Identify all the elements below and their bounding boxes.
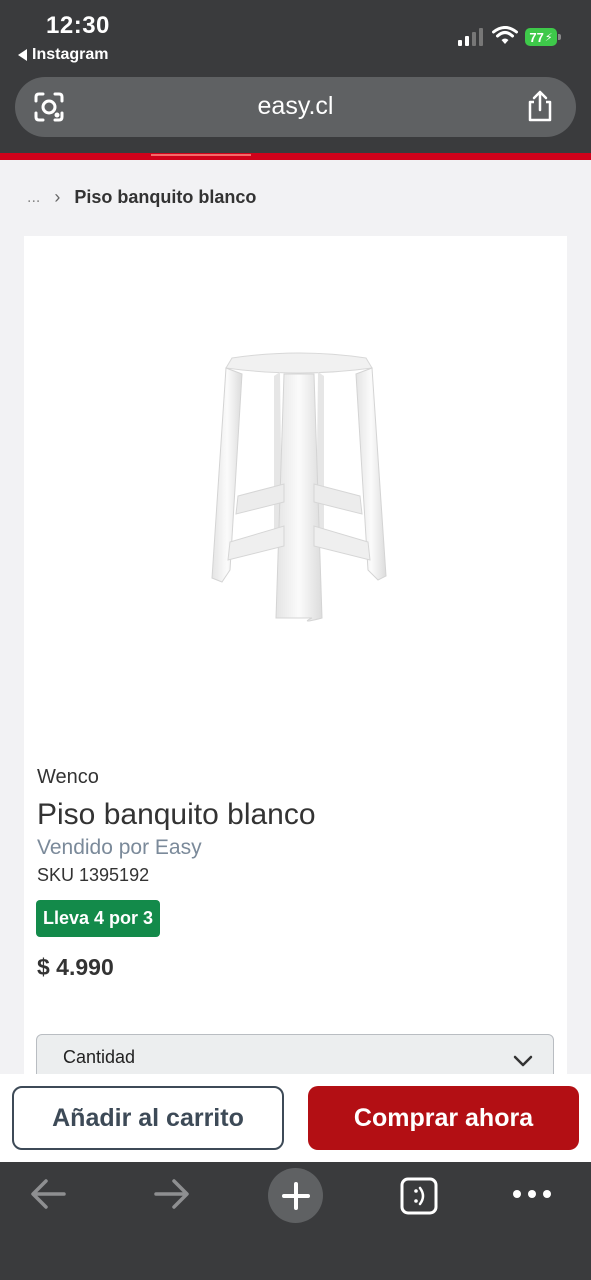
charging-icon: ⚡: [544, 31, 553, 44]
purchase-actions-bar: Añadir al carrito Comprar ahora: [0, 1074, 591, 1162]
site-header-strip: [0, 153, 591, 160]
status-time: 12:30: [46, 12, 110, 39]
product-sku: SKU 1395192: [37, 865, 150, 885]
battery-level: 77: [529, 29, 544, 45]
add-to-cart-button[interactable]: Añadir al carrito: [12, 1086, 284, 1150]
battery-indicator: 77 ⚡: [525, 28, 561, 46]
plus-icon: [281, 1181, 310, 1210]
arrow-right-icon[interactable]: [152, 1176, 192, 1212]
product-price: $ 4.990: [37, 954, 114, 980]
browser-top-chrome: 12:30 Instagram 77 ⚡ easy.cl: [0, 0, 591, 153]
promo-badge: Lleva 4 por 3: [36, 900, 161, 937]
tabs-icon[interactable]: [399, 1176, 439, 1216]
chevron-right-icon: ›: [54, 187, 61, 207]
browser-toolbar: [0, 1162, 591, 1280]
signal-icon: [458, 28, 483, 46]
breadcrumb-ellipsis[interactable]: ...: [27, 189, 40, 207]
product-image[interactable]: [184, 346, 414, 626]
product-seller: Vendido por Easy: [37, 836, 202, 859]
address-bar[interactable]: easy.cl: [15, 77, 576, 137]
wifi-icon: [492, 26, 518, 44]
url-text[interactable]: easy.cl: [15, 92, 576, 121]
buy-now-button[interactable]: Comprar ahora: [308, 1086, 579, 1150]
back-app-label: Instagram: [32, 46, 109, 63]
chevron-down-icon: [513, 1055, 533, 1067]
breadcrumb: ... › Piso banquito blanco: [27, 187, 256, 208]
header-tab-indicator: [151, 150, 251, 156]
product-title: Piso banquito blanco: [37, 798, 316, 831]
back-icon: [18, 49, 27, 61]
back-to-app-link[interactable]: Instagram: [18, 46, 108, 64]
arrow-left-icon[interactable]: [28, 1176, 68, 1212]
new-tab-button[interactable]: [268, 1168, 323, 1223]
product-brand[interactable]: Wenco: [37, 766, 99, 789]
quantity-label: Cantidad: [63, 1047, 136, 1067]
more-icon[interactable]: [512, 1186, 552, 1202]
breadcrumb-current: Piso banquito blanco: [74, 187, 257, 207]
share-icon[interactable]: [525, 89, 555, 123]
product-card: Wenco Piso banquito blanco Vendido por E…: [24, 236, 567, 1090]
